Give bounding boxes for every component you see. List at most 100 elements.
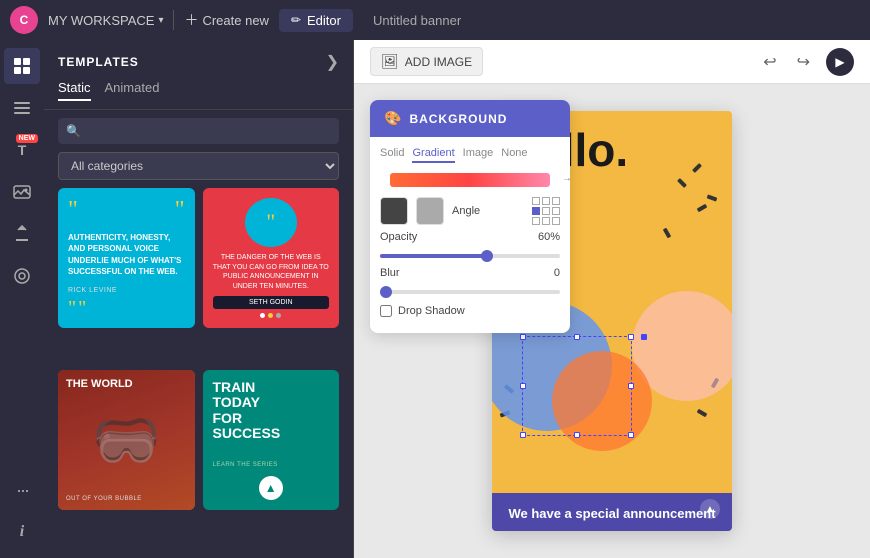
templates-icon [13,57,31,75]
search-input[interactable] [58,118,339,144]
blur-label-row: Blur 0 [380,267,560,279]
dash-4 [692,163,702,173]
handle-mc[interactable] [542,207,550,215]
handle-bc[interactable] [542,217,550,225]
handle-tr[interactable] [552,197,560,205]
bg-tab-none[interactable]: None [501,145,527,163]
bg-panel-icon: 🎨 [384,110,401,127]
template-card-1[interactable]: " " AUTHENTICITY, HONESTY, AND PERSONAL … [58,188,195,328]
swatch-dark[interactable] [380,197,408,225]
workspace-chevron-icon: ▾ [158,15,163,26]
angle-label: Angle [452,205,524,217]
sidebar-item-templates[interactable] [4,48,40,84]
templates-panel: TEMPLATES ❯ Static Animated 🔍 All catego… [44,40,354,558]
handle-mr[interactable] [552,207,560,215]
tab-static[interactable]: Static [58,80,91,101]
card1-text: AUTHENTICITY, HONESTY, AND PERSONAL VOIC… [68,232,185,277]
card2-btn: SETH GODIN [213,296,330,309]
bg-tab-gradient[interactable]: Gradient [412,145,454,163]
sidebar-item-text[interactable]: T NEW [4,132,40,168]
world-overlay [58,370,195,510]
new-badge: NEW [16,134,38,143]
blur-value: 0 [554,267,560,279]
handle-tc[interactable] [542,197,550,205]
opacity-row: Opacity 60% [370,229,570,265]
card4-subtitle: LEARN THE SERIES [213,462,330,468]
bg-swatches-row: Angle [370,193,570,229]
category-wrapper: All categories [44,152,353,188]
card3-subtext: OUT OF YOUR BUBBLE [66,496,187,502]
dash-3 [663,228,671,239]
sidebar-item-info[interactable]: i [4,514,40,550]
handle-tl[interactable] [532,197,540,205]
opacity-slider[interactable] [380,254,560,258]
template-card-2[interactable]: " THE DANGER OF THE WEB IS THAT YOU CAN … [203,188,340,328]
gradient-arrow-icon: → [562,173,572,184]
editor-button[interactable]: ✏ Editor [279,9,353,32]
chevron-up-icon[interactable]: ▲ [700,499,720,519]
topbar-divider [173,10,174,30]
dash-2 [697,204,708,212]
templates-close-button[interactable]: ❯ [326,52,339,72]
content-toolbar: 🖼 ADD IMAGE ↩ ↪ ▶ [354,40,870,84]
drop-shadow-label: Drop Shadow [398,305,465,317]
bg-panel-title: BACKGROUND [409,112,507,126]
handle-bl[interactable] [532,217,540,225]
content-area: 🖼 ADD IMAGE ↩ ↪ ▶ 🎨 BACKGROUND Solid Gra… [354,40,870,558]
add-image-button[interactable]: 🖼 ADD IMAGE [370,47,483,76]
editor-label: Editor [307,13,341,28]
category-select[interactable]: All categories [58,152,339,180]
templates-tabs: Static Animated [44,80,353,110]
swatch-gray[interactable] [416,197,444,225]
announcement-text: We have a special announcement [506,505,718,523]
media-icon [13,183,31,201]
blur-slider[interactable] [380,290,560,294]
template-card-4[interactable]: TRAINTODAYFORSUCCESS LEARN THE SERIES ▲ [203,370,340,510]
template-card-3[interactable]: 🥽 THE WORLD OUT OF YOUR BUBBLE [58,370,195,510]
gradient-bar[interactable] [390,173,550,187]
banner-circle-orange [552,351,652,451]
brand-icon [13,267,31,285]
undo-button[interactable]: ↩ [759,48,780,76]
sidebar-item-upload[interactable] [4,216,40,252]
dash-5 [707,194,718,201]
handle-br[interactable] [552,217,560,225]
sidebar-item-media[interactable] [4,174,40,210]
card2-text: THE DANGER OF THE WEB IS THAT YOU CAN GO… [213,253,330,292]
create-new-button[interactable]: ＋ Create new [184,10,268,30]
tab-animated[interactable]: Animated [105,80,160,101]
search-icon: 🔍 [66,124,81,138]
card3-title: THE WORLD [66,378,133,390]
templates-header: TEMPLATES ❯ [44,40,353,80]
handle-bottomleft[interactable] [520,432,526,438]
bg-tab-solid[interactable]: Solid [380,145,404,163]
play-button[interactable]: ▶ [826,48,854,76]
card4-title: TRAINTODAYFORSUCCESS [213,380,330,442]
handle-ml[interactable] [532,207,540,215]
workspace-menu[interactable]: MY WORKSPACE ▾ [48,13,163,28]
bg-tab-image[interactable]: Image [463,145,494,163]
gradient-handles [532,197,560,225]
logo-text: C [20,13,29,27]
main-layout: T NEW ··· i TEMPLATES ❯ Static Animated … [0,40,870,558]
bg-tabs: Solid Gradient Image None [370,137,570,167]
blur-row: Blur 0 [370,265,570,301]
templates-search-bar: 🔍 [44,110,353,152]
logo[interactable]: C [10,6,38,34]
bg-panel-header: 🎨 BACKGROUND [370,100,570,137]
search-wrapper: 🔍 [58,118,339,144]
sidebar-item-brand[interactable] [4,258,40,294]
templates-panel-title: TEMPLATES [58,55,139,69]
sidebar-item-more[interactable]: ··· [4,472,40,508]
dash-1 [677,178,687,188]
iconbar: T NEW ··· i [0,40,44,558]
workspace-label: MY WORKSPACE [48,13,154,28]
redo-button[interactable]: ↪ [793,48,814,76]
templates-grid: " " AUTHENTICITY, HONESTY, AND PERSONAL … [44,188,353,558]
card4-button[interactable]: ▲ [259,476,283,500]
create-label: Create new [202,13,268,28]
sidebar-item-elements[interactable] [4,90,40,126]
elements-icon [13,99,31,117]
background-panel: 🎨 BACKGROUND Solid Gradient Image None → [370,100,570,333]
drop-shadow-checkbox[interactable] [380,305,392,317]
